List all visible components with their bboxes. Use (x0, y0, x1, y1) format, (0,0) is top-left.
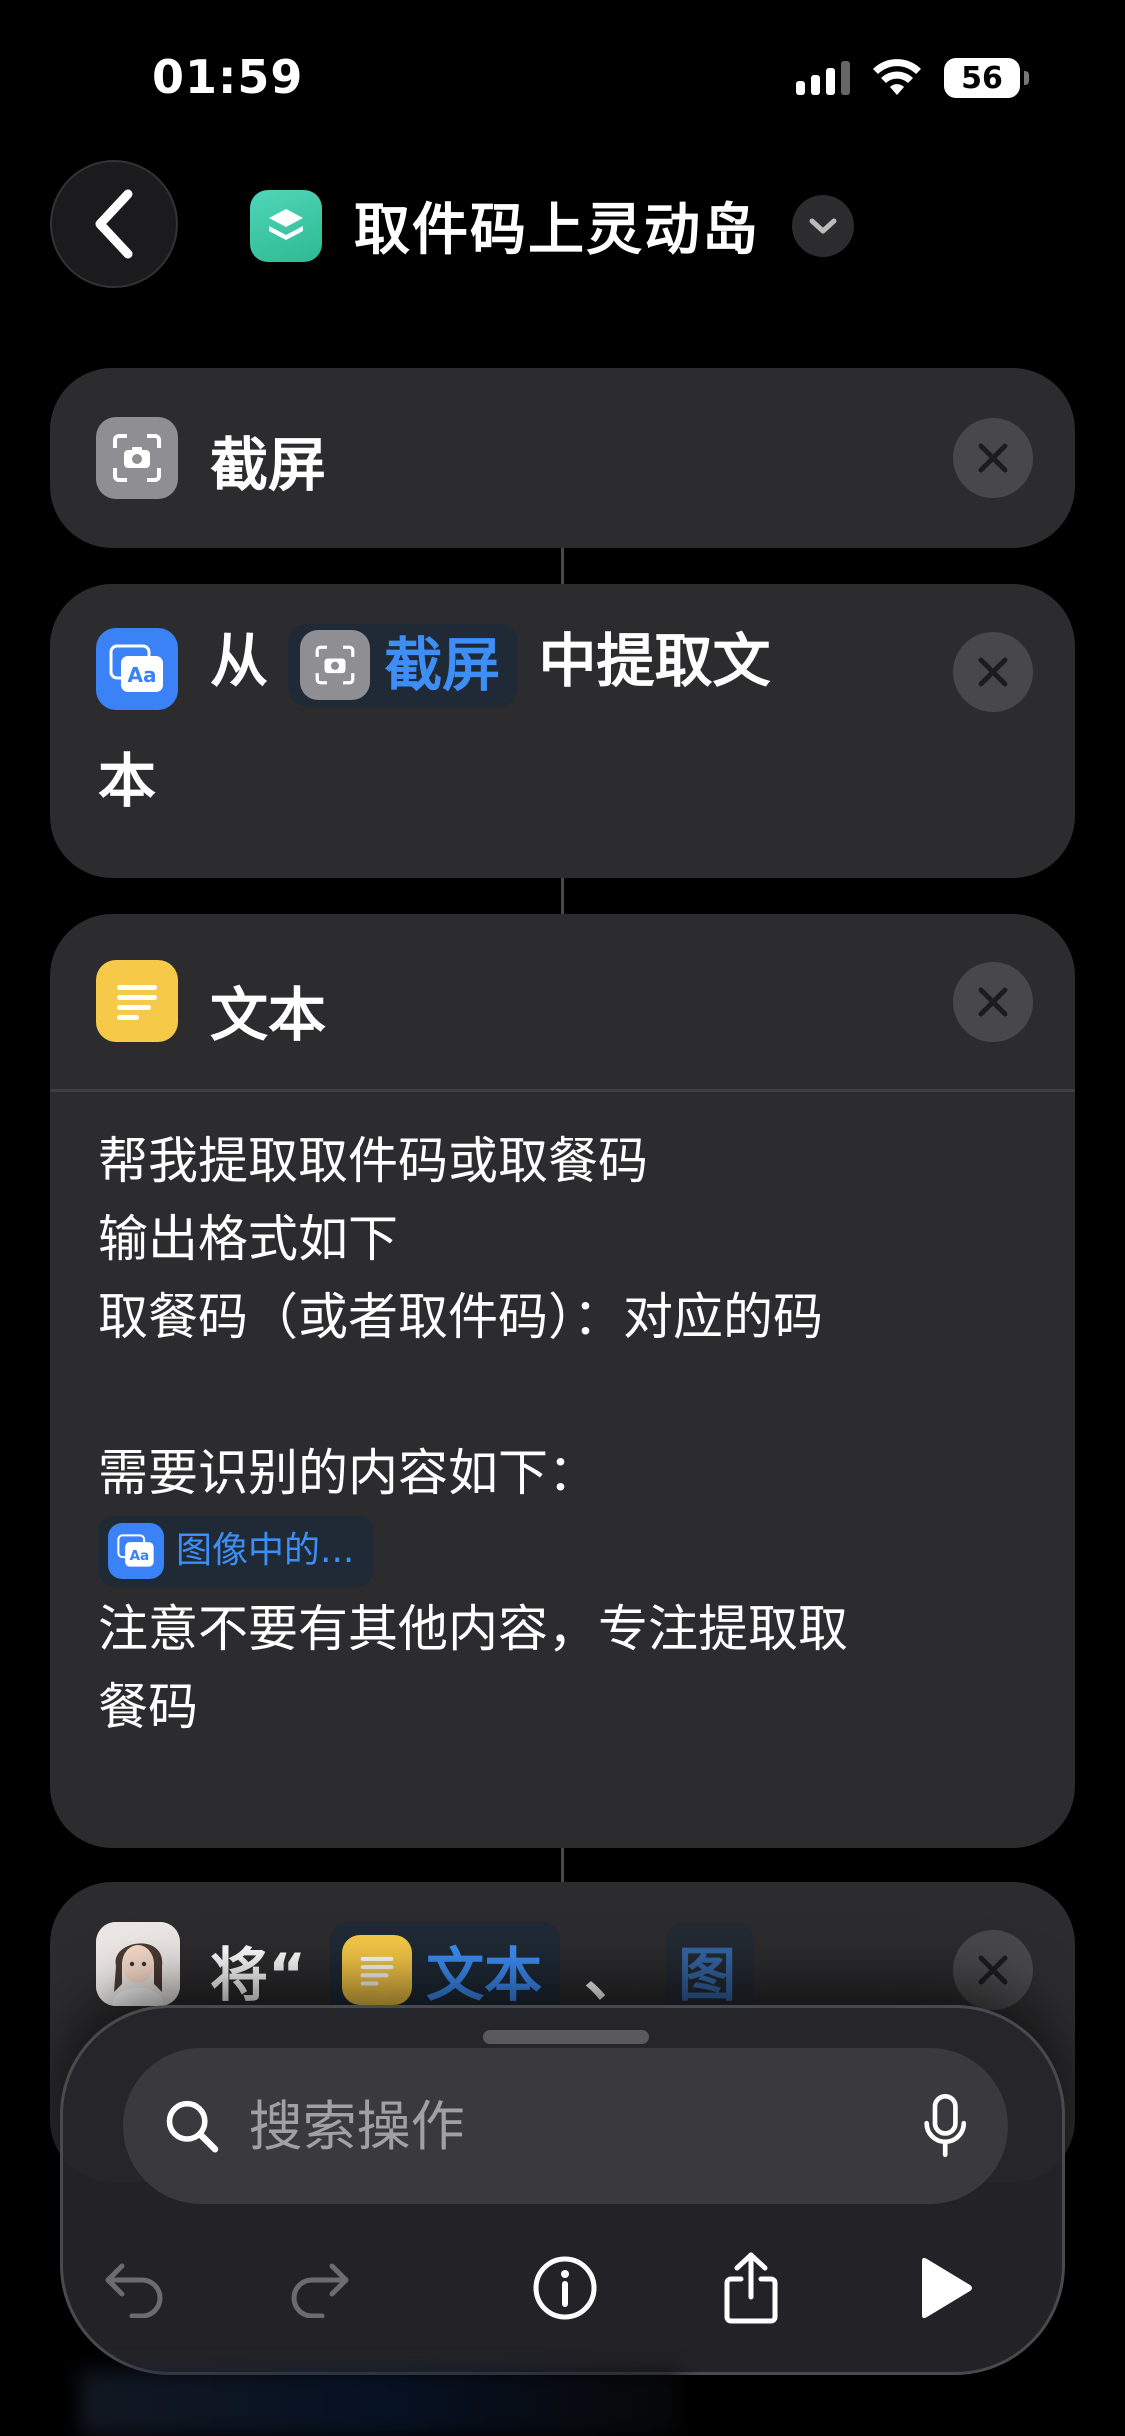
action-title: 截屏 (210, 431, 327, 499)
text-line: 取餐码（或者取件码）：对应的码 (98, 1288, 823, 1346)
run-button[interactable] (905, 2248, 985, 2328)
status-time: 01:59 (152, 50, 304, 104)
action-card-extract-text[interactable]: Aa 从 截屏 中提取文 本 (50, 584, 1075, 878)
shortcut-title: 取件码上灵动岛 (354, 198, 760, 263)
action-connector (561, 1848, 564, 1884)
status-icons: 56 (796, 58, 1029, 98)
text-line: 输出格式如下 (98, 1210, 398, 1268)
share-button[interactable] (711, 2248, 791, 2328)
wifi-icon (873, 59, 921, 95)
chevron-down-icon[interactable] (792, 194, 854, 257)
action-card-screenshot[interactable]: 截屏 (50, 368, 1075, 548)
text-line: 需要识别的内容如下： (98, 1444, 598, 1502)
chevron-left-icon (95, 189, 133, 259)
microphone-icon[interactable] (922, 2091, 968, 2161)
image-variable-token[interactable]: 图 (666, 1922, 755, 2018)
token-label: 图像中的... (176, 1530, 355, 1571)
redo-button[interactable] (279, 2248, 359, 2328)
editor-toolbar (63, 2228, 1062, 2348)
shortcut-layers-icon (250, 189, 322, 262)
text-line (98, 1356, 1015, 1434)
action-connector (561, 548, 564, 584)
action-search-panel (60, 2005, 1065, 2375)
shortcut-editor: 01:59 56 取件码上灵动岛 截屏 Aa 从 截屏 中提取文 本 文本 帮我… (0, 0, 1125, 2436)
info-icon (533, 2256, 597, 2320)
back-button[interactable] (50, 160, 178, 288)
cellular-signal-icon (796, 61, 850, 95)
image-text-variable-token[interactable]: Aa 图像中的... (98, 1516, 375, 1586)
battery-icon: 56 (944, 58, 1029, 98)
remove-action-button[interactable] (953, 1930, 1033, 2010)
extract-text-sentence: 从 截屏 中提取文 (210, 624, 925, 706)
text-line: 餐码 (98, 1678, 198, 1736)
screenshot-icon (96, 417, 178, 499)
text-line: 注意不要有其他内容，专注提取取 (98, 1600, 848, 1658)
undo-icon (105, 2263, 163, 2318)
extract-suffix: 中提取文 (538, 627, 771, 696)
token-label: 文本 (426, 1941, 543, 2009)
screenshot-icon (300, 630, 371, 700)
token-line: Aa 图像中的... (98, 1512, 1015, 1590)
info-button[interactable] (525, 2248, 605, 2328)
background-blur (80, 2370, 680, 2436)
screenshot-variable-token[interactable]: 截屏 (288, 624, 519, 706)
redo-icon (291, 2263, 349, 2318)
share-icon (724, 2252, 778, 2324)
token-label: 截屏 (384, 631, 501, 699)
shortcut-title-menu[interactable]: 取件码上灵动岛 (250, 185, 854, 266)
search-bar[interactable] (123, 2048, 1008, 2204)
text-lines-icon (96, 960, 178, 1042)
extract-text-icon: Aa (96, 628, 178, 710)
svg-text:Aa: Aa (130, 1548, 150, 1564)
text-content-field[interactable]: 帮我提取取件码或取餐码 输出格式如下 取餐码（或者取件码）：对应的码 需要识别的… (98, 1122, 1015, 1746)
card-divider (50, 1089, 1075, 1092)
action-connector (561, 878, 564, 914)
close-icon (978, 443, 1008, 473)
action-card-text[interactable]: 文本 帮我提取取件码或取餐码 输出格式如下 取餐码（或者取件码）：对应的码 需要… (50, 914, 1075, 1848)
token-label: 图 (678, 1941, 737, 2009)
extract-prefix: 从 (210, 627, 269, 696)
search-input[interactable] (248, 2094, 922, 2158)
remove-action-button[interactable] (953, 418, 1033, 498)
text-lines-icon (342, 1935, 413, 2005)
text-line: 帮我提取取件码或取餐码 (98, 1132, 648, 1190)
undo-button[interactable] (95, 2248, 175, 2328)
close-icon (978, 987, 1008, 1017)
sentence-prefix: 将“ (210, 1941, 307, 2009)
search-icon (166, 2100, 219, 2153)
show-result-sentence: 将“ 文本 、 图 (210, 1922, 755, 2018)
svg-text:Aa: Aa (128, 663, 157, 687)
avatar-icon (96, 1922, 180, 2006)
action-title: 文本 (210, 981, 327, 1049)
close-icon (978, 1955, 1008, 1985)
close-icon (978, 657, 1008, 687)
extract-text-icon: Aa (108, 1523, 164, 1579)
extract-suffix-wrap: 本 (98, 747, 157, 815)
play-icon (922, 2257, 972, 2319)
text-variable-token[interactable]: 文本 (330, 1922, 561, 2018)
remove-action-button[interactable] (953, 962, 1033, 1042)
panel-grabber[interactable] (483, 2030, 649, 2044)
remove-action-button[interactable] (953, 632, 1033, 712)
sentence-separator: 、 (584, 1941, 643, 2009)
